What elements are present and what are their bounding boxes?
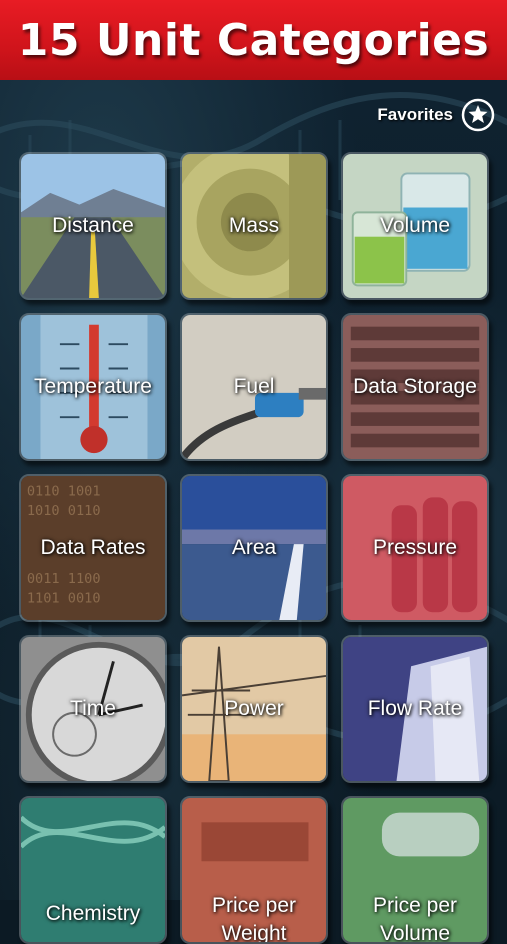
svg-text:1010 0110: 1010 0110 — [27, 503, 101, 519]
category-tile-distance[interactable]: Distance — [19, 152, 167, 300]
category-tile-flow-rate[interactable]: Flow Rate — [341, 635, 489, 783]
category-label: Mass — [228, 214, 280, 237]
category-tile-chemistry[interactable]: Chemistry — [19, 796, 167, 944]
category-tile-mass[interactable]: Mass — [180, 152, 328, 300]
category-label: Chemistry — [45, 902, 141, 925]
svg-text:0110 1001: 0110 1001 — [27, 483, 101, 499]
category-tile-pressure[interactable]: Pressure — [341, 474, 489, 622]
category-label: Distance — [52, 214, 134, 237]
svg-text:1101 0010: 1101 0010 — [27, 590, 101, 606]
favorites-label: Favorites — [377, 105, 453, 124]
category-tile-data-rates[interactable]: 0110 1001 1010 0110 0011 1100 1101 0010 … — [19, 474, 167, 622]
header-title: 15 Unit Categories — [17, 14, 490, 66]
category-label: Flow Rate — [367, 697, 463, 720]
category-label: Pressure — [372, 536, 458, 559]
category-grid: Distance Mass Volume Temperature Fuel Da… — [19, 152, 489, 944]
category-tile-area[interactable]: Area — [180, 474, 328, 622]
category-label: Data Rates — [40, 536, 146, 559]
favorites-button[interactable]: Favorites — [377, 97, 495, 133]
category-label: Time — [70, 697, 116, 720]
category-tile-volume[interactable]: Volume — [341, 152, 489, 300]
category-label: Temperature — [34, 375, 152, 398]
category-label: Data Storage — [353, 375, 477, 398]
category-tile-price-per-weight[interactable]: Price per Weight — [180, 796, 328, 944]
star-icon — [461, 98, 495, 132]
svg-text:0011 1100: 0011 1100 — [27, 571, 101, 587]
category-tile-time[interactable]: Time — [19, 635, 167, 783]
category-label: Area — [231, 536, 277, 559]
category-tile-power[interactable]: Power — [180, 635, 328, 783]
category-label: Volume — [379, 214, 451, 237]
category-label: Power — [224, 697, 284, 720]
category-tile-fuel[interactable]: Fuel — [180, 313, 328, 461]
app-header: 15 Unit Categories — [0, 0, 507, 80]
category-tile-price-per-volume[interactable]: Price per Volume — [341, 796, 489, 944]
category-tile-data-storage[interactable]: Data Storage — [341, 313, 489, 461]
category-label: Fuel — [233, 375, 275, 398]
category-tile-temperature[interactable]: Temperature — [19, 313, 167, 461]
